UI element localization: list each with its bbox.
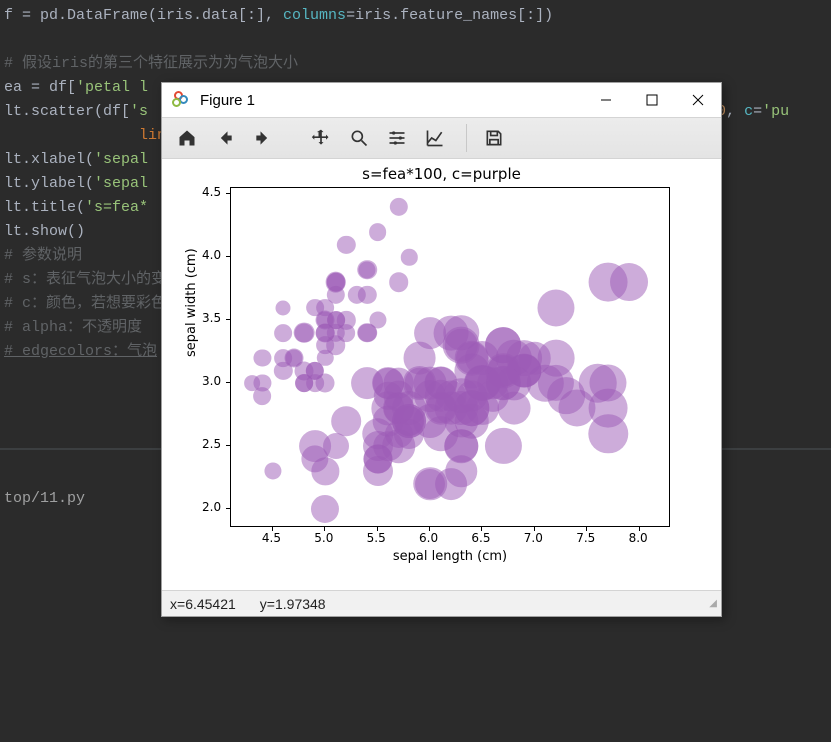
maximize-icon (646, 94, 658, 106)
data-point (276, 300, 291, 315)
status-x-value: 6.45421 (185, 596, 236, 612)
x-tick-label: 7.5 (576, 531, 595, 545)
close-icon (692, 94, 704, 106)
y-tick-label: 3.0 (202, 374, 222, 388)
figure-window[interactable]: Figure 1 (161, 82, 722, 617)
data-point (295, 374, 313, 392)
y-axis-label: sepal width (cm) (184, 159, 199, 357)
code-line: f = pd.DataFrame(iris.data[:], columns=i… (0, 4, 831, 28)
window-title: Figure 1 (200, 92, 583, 109)
plot-edit-icon (425, 128, 445, 148)
data-point (275, 349, 293, 367)
minimize-icon (600, 94, 612, 106)
code-line-blank (0, 28, 831, 52)
data-point (537, 289, 574, 326)
close-button[interactable] (675, 83, 721, 117)
forward-button[interactable] (246, 121, 280, 155)
data-point (337, 235, 355, 253)
x-tick-label: 6.5 (471, 531, 490, 545)
save-button[interactable] (477, 121, 511, 155)
y-tick-label: 4.5 (202, 185, 222, 199)
data-point (331, 406, 361, 436)
x-tick-label: 6.0 (419, 531, 438, 545)
data-point (590, 365, 627, 402)
data-point (264, 463, 281, 480)
x-tick-label: 8.0 (629, 531, 648, 545)
y-tick-label: 2.5 (202, 437, 222, 451)
y-tick-label: 3.5 (202, 311, 222, 325)
y-tick-label: 4.0 (202, 248, 222, 262)
edit-axes-button[interactable] (418, 121, 452, 155)
data-point (389, 273, 409, 293)
data-point (316, 311, 335, 330)
toolbar (162, 117, 721, 159)
data-point (485, 428, 521, 464)
code-line-comment: # 假设iris的第三个特征展示为为气泡大小 (0, 52, 831, 76)
data-point (434, 315, 469, 350)
home-button[interactable] (170, 121, 204, 155)
data-point (392, 404, 426, 438)
statusbar: x=6.45421 y=1.97348 ◢ (162, 590, 721, 616)
data-point (316, 337, 334, 355)
subplots-icon (387, 128, 407, 148)
data-point (485, 327, 521, 363)
x-tick-label: 4.5 (262, 531, 281, 545)
status-y-value: 1.97348 (275, 596, 326, 612)
zoom-button[interactable] (342, 121, 376, 155)
data-point (389, 198, 407, 216)
minimize-button[interactable] (583, 83, 629, 117)
data-point (610, 263, 648, 301)
matplotlib-icon (172, 91, 190, 109)
data-point (369, 223, 387, 241)
data-point (294, 322, 315, 343)
titlebar[interactable]: Figure 1 (162, 83, 721, 117)
data-point (311, 495, 339, 523)
status-x-label: x= (170, 596, 185, 612)
maximize-button[interactable] (629, 83, 675, 117)
back-icon (215, 128, 235, 148)
status-y-label: y= (260, 596, 275, 612)
plot-axes (230, 187, 670, 527)
data-point (369, 312, 386, 329)
x-tick-label: 5.0 (314, 531, 333, 545)
data-point (558, 390, 595, 427)
data-point (275, 324, 293, 342)
home-icon (177, 128, 197, 148)
pan-button[interactable] (304, 121, 338, 155)
zoom-icon (349, 128, 369, 148)
y-tick-label: 2.0 (202, 500, 222, 514)
data-point (445, 429, 479, 463)
subplots-button[interactable] (380, 121, 414, 155)
toolbar-separator (466, 124, 467, 152)
x-tick-label: 7.0 (524, 531, 543, 545)
data-point (403, 366, 437, 400)
run-output-line: top/11.py (0, 490, 85, 507)
resize-grip-icon[interactable]: ◢ (709, 598, 717, 609)
back-button[interactable] (208, 121, 242, 155)
data-point (326, 273, 345, 292)
data-point (254, 349, 271, 366)
chart-title: s=fea*100, c=purple (162, 165, 721, 183)
pan-icon (311, 128, 331, 148)
plot-canvas[interactable]: s=fea*100, c=purple sepal width (cm) sep… (162, 159, 721, 590)
x-axis-label: sepal length (cm) (230, 549, 670, 564)
data-point (413, 467, 447, 501)
data-point (401, 249, 417, 265)
data-point (299, 430, 331, 462)
x-tick-label: 5.5 (367, 531, 386, 545)
forward-icon (253, 128, 273, 148)
save-icon (484, 128, 504, 148)
